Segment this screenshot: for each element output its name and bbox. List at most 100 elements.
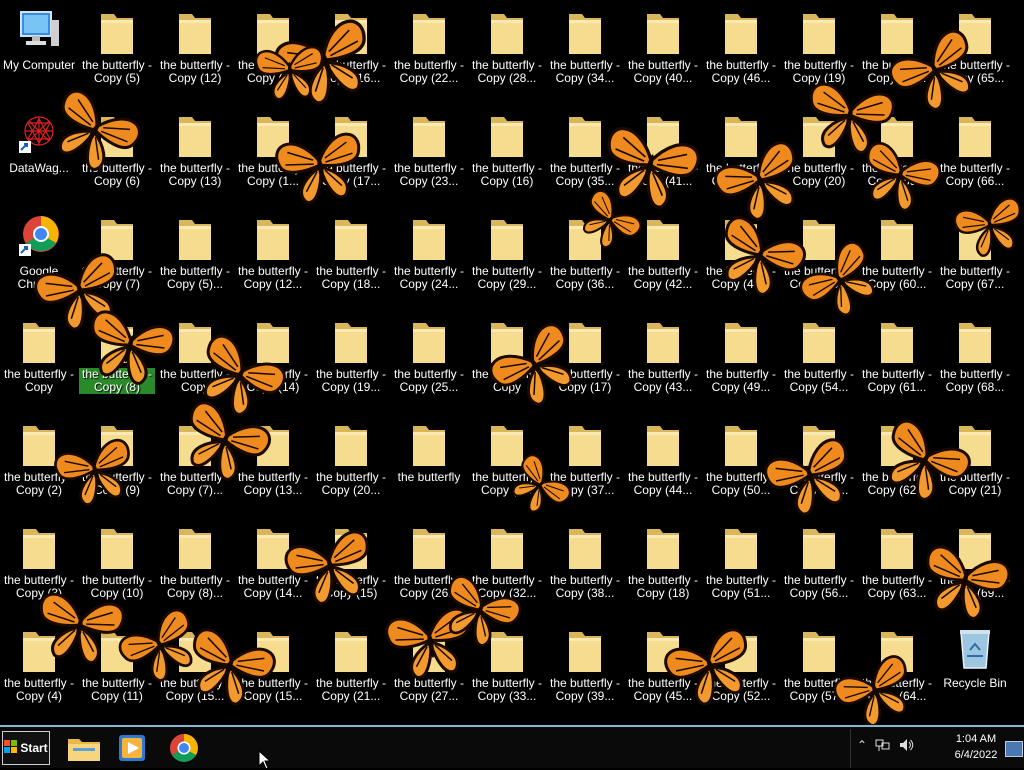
desktop-folder[interactable]: the butterfly - Copy (43... [625,317,701,394]
desktop-folder[interactable]: the butterfly - Copy (45... [625,626,701,703]
taskbar-file-explorer-button[interactable] [64,731,104,765]
network-icon[interactable] [875,738,891,755]
desktop-folder[interactable]: the butterfly - Copy (64... [859,626,935,703]
desktop-folder[interactable]: the butterfly - Copy (15) [313,523,389,600]
desktop-folder[interactable]: the butterfly - Copy [1,317,77,394]
desktop-folder[interactable]: the butterfly - Copy (28... [469,8,545,85]
desktop-folder[interactable]: the butterfly - Copy (20) [781,111,857,188]
desktop-folder[interactable]: the butterfly - Copy [157,317,233,394]
desktop-folder[interactable]: the butterfly - Copy (29... [469,214,545,291]
desktop-folder[interactable]: the butterfly - Copy (16) [469,111,545,188]
desktop-folder[interactable]: the butterfly - Copy (56... [781,523,857,600]
desktop-folder[interactable]: the butterfly - Copy (18) [625,523,701,600]
desktop-folder[interactable]: the butterfly - Copy (38... [547,523,623,600]
desktop-folder[interactable]: the butterfly - Copy (11) [79,626,155,703]
desktop-folder[interactable]: the butterfly - Copy (55... [781,420,857,497]
desktop-folder[interactable]: the butterfly - Copy (7)... [157,420,233,497]
desktop-folder[interactable]: the butterfly - Copy (21... [313,626,389,703]
desktop-folder[interactable]: the butterfly - Copy (1... [235,8,311,85]
volume-icon[interactable] [899,738,915,755]
desktop-folder[interactable]: the butterfly - Copy (41... [625,111,701,188]
desktop-folder[interactable]: the butterfly - Copy (34... [547,8,623,85]
taskbar-media-player-button[interactable] [112,731,152,765]
clock-time[interactable]: 1:04 AM [941,733,1011,745]
desktop-folder[interactable]: the butterfly - Copy (19) [781,8,857,85]
desktop-folder[interactable]: the butterfly - Copy (59... [859,111,935,188]
desktop-folder[interactable]: the butterfly - Copy (7) [79,214,155,291]
desktop-folder[interactable]: the butterfly - Copy (3) [1,523,77,600]
desktop-folder[interactable]: the butterfly - Copy (40... [625,8,701,85]
desktop-icon-google-chrome[interactable]: Google Chrome [1,214,77,291]
desktop-folder[interactable]: the butterfly - Copy (26... [391,523,467,600]
desktop-folder[interactable]: the butterfly - Copy (60... [859,214,935,291]
desktop-folder[interactable]: the butterfly - Copy (61... [859,317,935,394]
desktop-folder[interactable]: the butterfly - Copy (36... [547,214,623,291]
desktop-folder[interactable]: the butterfly - Copy (66... [937,111,1013,188]
desktop-folder[interactable]: the butterfly - Copy (12... [235,214,311,291]
desktop-folder[interactable]: the butterfly - Copy (3... [469,420,545,497]
desktop-folder[interactable]: the butterfly - Copy (13) [157,111,233,188]
desktop-folder[interactable]: the butterfly - Copy (62... [859,420,935,497]
start-button[interactable]: Start [2,731,50,765]
desktop-folder[interactable]: the butterfly - Copy (23... [391,111,467,188]
desktop-folder[interactable]: the butterfly - Copy (65... [937,8,1013,85]
desktop-folder[interactable]: the butterfly - Copy (6) [79,111,155,188]
desktop-folder[interactable]: the butterfly - Copy (39... [547,626,623,703]
desktop-folder[interactable]: the butterfly - Copy (52... [703,626,779,703]
desktop-icon-my-computer[interactable]: My Computer [1,8,77,72]
desktop-folder[interactable]: the butterfly - Copy (25... [391,317,467,394]
desktop-folder[interactable]: the butterfly - Copy (22... [391,8,467,85]
desktop-folder[interactable]: the butterfly - Copy (63... [859,523,935,600]
desktop-folder[interactable]: the butterfly - Copy (1... [235,111,311,188]
desktop-folder[interactable]: the butterfly - Copy (15... [157,626,233,703]
desktop-folder[interactable]: the butterfly - Copy (20... [313,420,389,497]
clock-date[interactable]: 6/4/2022 [941,749,1011,761]
desktop-folder[interactable]: the butterfly - Copy (51... [703,523,779,600]
desktop-folder[interactable]: the butterfly - Copy (5) [79,8,155,85]
desktop-folder[interactable]: the butterfly - Copy (54... [781,317,857,394]
desktop-folder[interactable]: the butterfly - Copy (35... [547,111,623,188]
desktop-folder[interactable]: the butterfly - Copy (32... [469,523,545,600]
desktop-folder[interactable]: the butterfly - Copy (10) [79,523,155,600]
desktop-folder[interactable]: the butterfly - Copy (46... [703,8,779,85]
desktop-folder[interactable]: the butterfly - Copy (18... [313,214,389,291]
desktop-folder[interactable]: the butterfly - Copy (15... [235,626,311,703]
taskbar-chrome-button[interactable] [164,731,204,765]
desktop-folder[interactable]: the butterfly - Copy (8) [79,317,155,394]
desktop-folder[interactable]: the butterfly - Copy (47... [703,111,779,188]
desktop-folder[interactable]: the butterfly - Copy (2) [1,420,77,497]
desktop-folder[interactable]: the butterfly - Copy (24... [391,214,467,291]
desktop-folder[interactable]: the butterfly - Copy (19... [313,317,389,394]
desktop-folder[interactable]: the butterfly - Copy (12) [157,8,233,85]
desktop-folder[interactable]: the butterfly - Copy (9) [79,420,155,497]
desktop-folder[interactable]: the butterfly - Copy (53... [781,214,857,291]
desktop-folder[interactable]: the butterfly - Copy (14) [235,317,311,394]
desktop-folder[interactable]: the butterfly - Copy (17... [313,111,389,188]
desktop-folder[interactable]: the butterfly - Copy (27... [391,626,467,703]
chevron-up-icon[interactable]: ⌃ [857,738,867,752]
desktop-icon-datawag[interactable]: DataWag... [1,111,77,175]
desktop-folder[interactable]: the butterfly - Copy (8)... [157,523,233,600]
desktop-folder[interactable]: the butterfly - Copy [469,317,545,394]
desktop-folder[interactable]: the butterfly - Copy (48... [703,214,779,291]
desktop-folder[interactable]: the butterfly - Copy (5)... [157,214,233,291]
desktop-folder[interactable]: the butterfly - Copy (68... [937,317,1013,394]
desktop[interactable]: My Computer DataWag... Google Chrome the bu… [0,0,1024,725]
desktop-folder[interactable]: the butterfly - Copy (49... [703,317,779,394]
desktop-folder[interactable]: the butterfly - Copy (16... [313,8,389,85]
desktop-folder[interactable]: the butterfly - Copy (17) [547,317,623,394]
desktop-folder[interactable]: the butterfly - Copy (4) [1,626,77,703]
desktop-folder[interactable]: the butterfly [391,420,467,484]
desktop-folder[interactable]: the butterfly - Copy (21) [937,420,1013,497]
desktop-folder[interactable]: the butterfly - Copy (58... [859,8,935,85]
desktop-folder[interactable]: the butterfly - Copy (57... [781,626,857,703]
desktop-icon-recycle-bin[interactable]: Recycle Bin [937,626,1013,690]
desktop-folder[interactable]: the butterfly - Copy (33... [469,626,545,703]
desktop-folder[interactable]: the butterfly - Copy (69... [937,523,1013,600]
desktop-folder[interactable]: the butterfly - Copy (37... [547,420,623,497]
desktop-folder[interactable]: the butterfly - Copy (42... [625,214,701,291]
desktop-folder[interactable]: the butterfly - Copy (13... [235,420,311,497]
desktop-folder[interactable]: the butterfly - Copy (67... [937,214,1013,291]
show-desktop-button[interactable] [1005,741,1023,757]
desktop-folder[interactable]: the butterfly - Copy (50... [703,420,779,497]
